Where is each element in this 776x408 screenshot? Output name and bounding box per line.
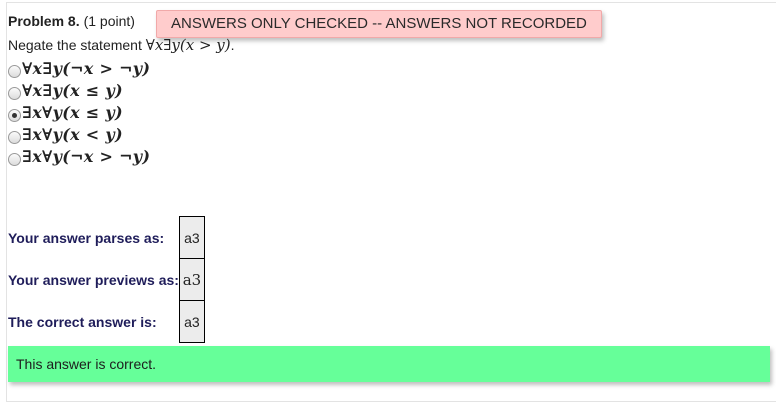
choice-label: ∃x∀y(¬x > ¬y) <box>22 146 151 166</box>
statement-math: ∀x∃y(x > y) <box>145 36 231 54</box>
choice-option[interactable]: ∀x∃y(¬x > ¬y) <box>8 57 150 79</box>
choice-label: ∃x∀y(x < y) <box>22 124 123 144</box>
problem-number: Problem 8. <box>8 13 80 29</box>
choice-option[interactable]: ∀x∃y(x ≤ y) <box>8 79 150 101</box>
radio-button-selected[interactable] <box>8 108 21 122</box>
problem-header: Problem 8. (1 point) <box>8 12 135 30</box>
correct-row: The correct answer is: a3 <box>8 300 205 343</box>
statement-text: Negate the statement <box>8 37 146 53</box>
previews-row: Your answer previews as: a3 <box>8 258 205 301</box>
radio-button[interactable] <box>8 130 21 144</box>
results-table: Your answer parses as: a3 Your answer pr… <box>8 216 205 343</box>
previews-value: a3 <box>178 258 205 301</box>
choice-label: ∀x∃y(x ≤ y) <box>22 80 123 100</box>
radio-button[interactable] <box>8 64 21 78</box>
parses-value: a3 <box>178 216 205 259</box>
statement-period: . <box>230 37 235 53</box>
problem-statement: Negate the statement ∀x∃y(x > y). <box>8 36 235 54</box>
radio-button[interactable] <box>8 152 21 166</box>
answer-choices: ∀x∃y(¬x > ¬y) ∀x∃y(x ≤ y) ∃x∀y(x ≤ y) ∃x… <box>8 57 150 167</box>
choice-option[interactable]: ∃x∀y(x < y) <box>8 123 150 145</box>
choice-label: ∀x∃y(¬x > ¬y) <box>22 58 151 78</box>
correct-label: The correct answer is: <box>8 313 157 330</box>
choice-label: ∃x∀y(x ≤ y) <box>22 102 123 122</box>
previews-label: Your answer previews as: <box>8 271 179 288</box>
parses-label: Your answer parses as: <box>8 229 165 246</box>
problem-points: (1 point) <box>83 13 135 29</box>
radio-button[interactable] <box>8 86 21 100</box>
choice-option[interactable]: ∃x∀y(¬x > ¬y) <box>8 145 150 167</box>
parses-row: Your answer parses as: a3 <box>8 216 205 259</box>
correct-value: a3 <box>178 300 205 343</box>
choice-option[interactable]: ∃x∀y(x ≤ y) <box>8 101 150 123</box>
answers-not-recorded-notice: ANSWERS ONLY CHECKED -- ANSWERS NOT RECO… <box>156 10 602 38</box>
correct-feedback-banner: This answer is correct. <box>8 346 770 382</box>
